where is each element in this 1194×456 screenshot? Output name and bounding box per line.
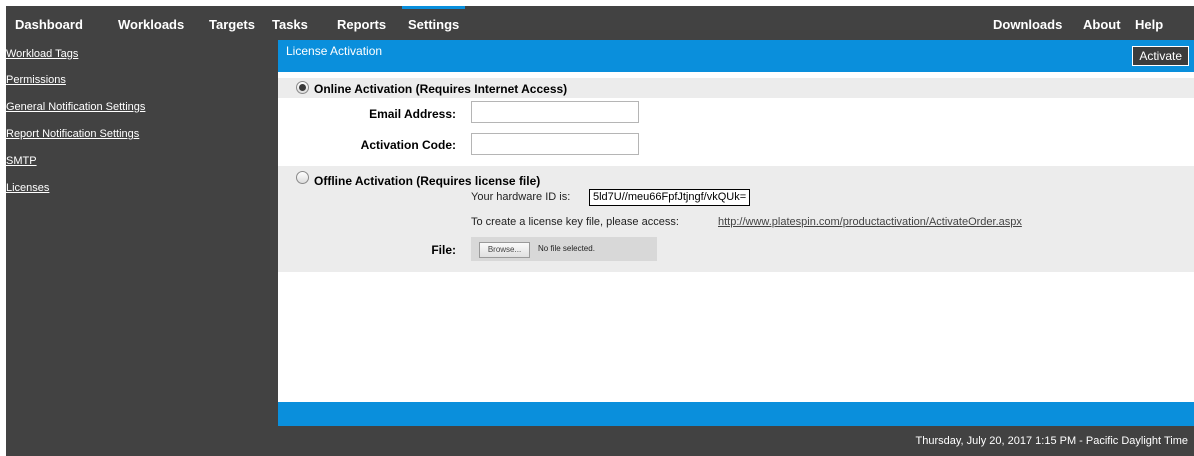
hardware-id-label: Your hardware ID is: (471, 191, 571, 203)
status-datetime: Thursday, July 20, 2017 1:15 PM - Pacifi… (915, 435, 1188, 447)
sidebar-item-permissions[interactable]: Permissions (6, 74, 66, 86)
license-activation-panel: License Activation Activate Online Activ… (278, 40, 1194, 426)
activate-button[interactable]: Activate (1132, 46, 1189, 66)
create-license-text: To create a license key file, please acc… (471, 216, 679, 228)
activation-order-link[interactable]: http://www.platespin.com/productactivati… (718, 216, 1022, 228)
file-upload-field[interactable]: Browse... No file selected. (471, 237, 657, 261)
online-activation-radio[interactable] (296, 81, 309, 94)
nav-reports[interactable]: Reports (337, 17, 386, 32)
panel-header: License Activation Activate (278, 40, 1194, 72)
nav-targets[interactable]: Targets (209, 17, 255, 32)
activation-code-input[interactable] (471, 133, 639, 155)
settings-sidebar: Workload Tags Permissions General Notifi… (6, 40, 278, 426)
browse-button[interactable]: Browse... (479, 242, 530, 258)
nav-help[interactable]: Help (1135, 17, 1163, 32)
hardware-id-value[interactable]: 5ld7U//meu66FpfJtjngf/vkQUk= (589, 189, 751, 206)
nav-settings[interactable]: Settings (401, 6, 466, 32)
sidebar-item-report-notification-settings[interactable]: Report Notification Settings (6, 128, 139, 140)
file-status-text: No file selected. (538, 244, 595, 253)
status-bar: Thursday, July 20, 2017 1:15 PM - Pacifi… (6, 426, 1194, 456)
panel-footer-bar (278, 402, 1194, 426)
nav-tasks[interactable]: Tasks (272, 17, 308, 32)
app-window: Dashboard Workloads Targets Tasks Report… (6, 6, 1194, 456)
nav-downloads[interactable]: Downloads (993, 17, 1062, 32)
sidebar-item-workload-tags[interactable]: Workload Tags (6, 48, 78, 60)
file-label: File: (431, 243, 456, 257)
nav-workloads[interactable]: Workloads (118, 17, 184, 32)
nav-dashboard[interactable]: Dashboard (15, 17, 83, 32)
offline-activation-radio[interactable] (296, 171, 309, 184)
online-activation-label: Online Activation (Requires Internet Acc… (314, 82, 568, 96)
nav-about[interactable]: About (1083, 17, 1121, 32)
email-address-label: Email Address: (369, 107, 456, 121)
sidebar-item-licenses[interactable]: Licenses (6, 182, 49, 194)
offline-activation-label: Offline Activation (Requires license fil… (314, 174, 541, 188)
sidebar-item-general-notification-settings[interactable]: General Notification Settings (6, 101, 145, 113)
email-address-input[interactable] (471, 101, 639, 123)
sidebar-item-smtp[interactable]: SMTP (6, 155, 37, 167)
activation-code-label: Activation Code: (360, 138, 456, 152)
online-activation-row: Online Activation (Requires Internet Acc… (278, 78, 1194, 98)
top-navigation: Dashboard Workloads Targets Tasks Report… (6, 6, 1194, 40)
panel-title: License Activation (286, 44, 383, 58)
